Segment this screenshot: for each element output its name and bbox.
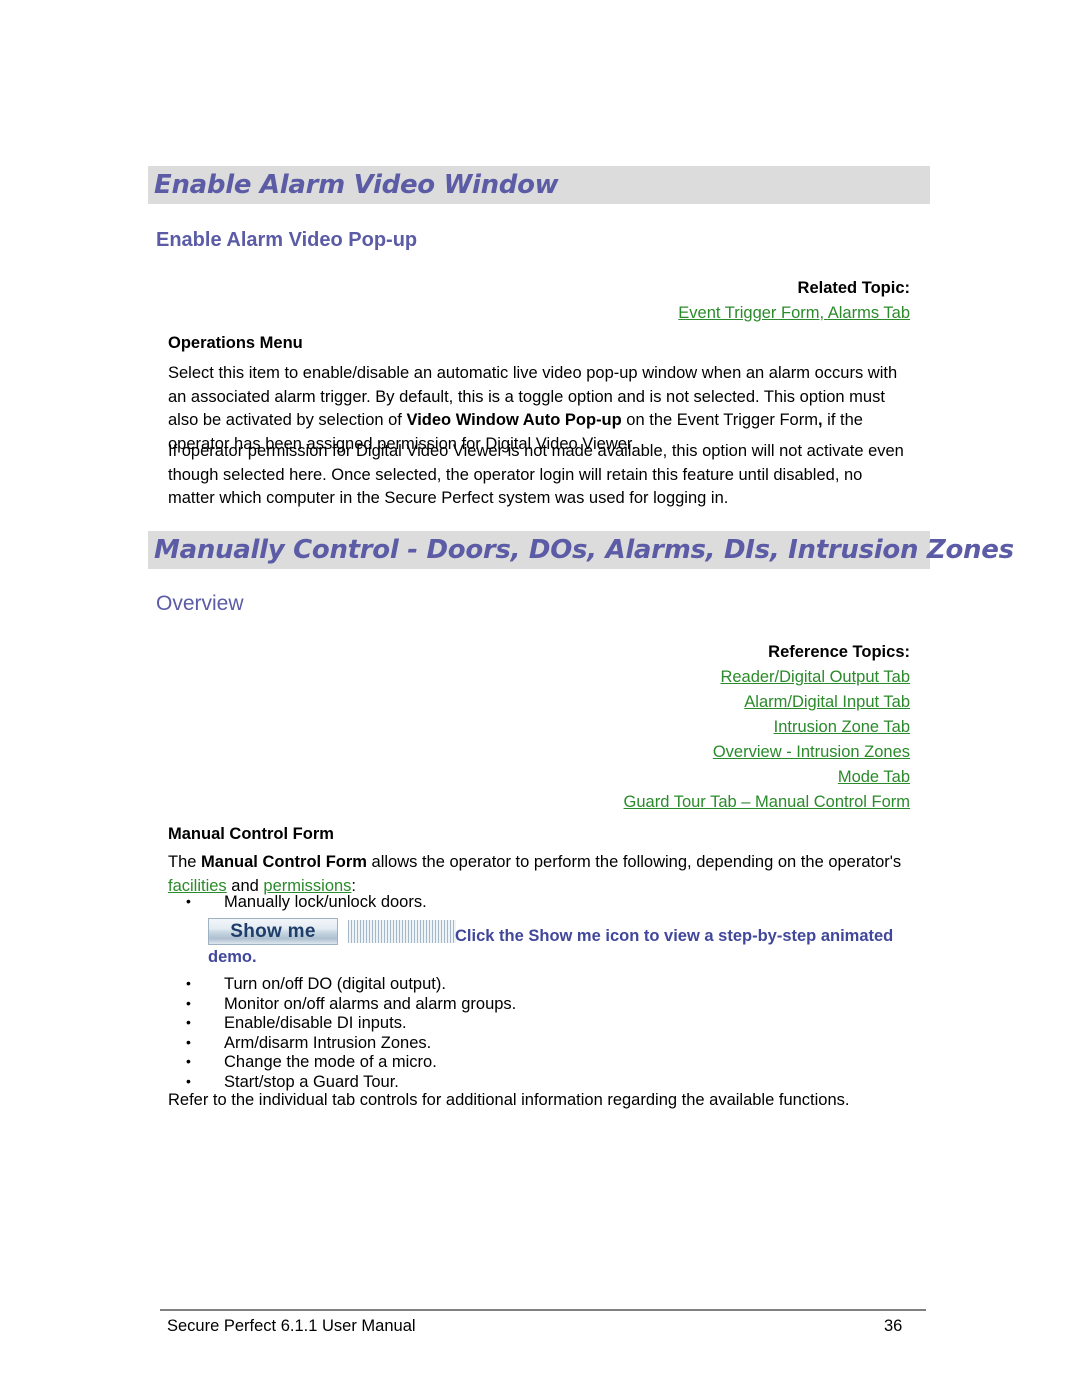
reference-link-alarm-digital-input-tab[interactable]: Alarm/Digital Input Tab [624, 690, 910, 715]
list-item: Manually lock/unlock doors. [186, 892, 427, 913]
manual-control-bullets-first: Manually lock/unlock doors. [186, 892, 427, 913]
related-topic-title-1: Related Topic: [797, 279, 910, 297]
show-me-button[interactable]: Show me [208, 918, 338, 945]
reference-link-mode-tab[interactable]: Mode Tab [624, 765, 910, 790]
show-me-stripes-icon [348, 920, 456, 943]
section-heading-band-1: Enable Alarm Video Window [148, 166, 930, 204]
show-me-caption-line-2: demo. [208, 948, 257, 966]
show-me-graphic[interactable]: Show me [208, 918, 456, 945]
mcf-link-facilities[interactable]: facilities [168, 877, 227, 895]
mcf-bold-manual-control-form: Manual Control Form [201, 853, 367, 871]
footer-page-number: 36 [884, 1317, 903, 1335]
operations-menu-label: Operations Menu [168, 334, 303, 352]
list-item: Change the mode of a micro. [186, 1052, 516, 1073]
section-subheading-1: Enable Alarm Video Pop-up [156, 229, 418, 251]
section-heading-1: Enable Alarm Video Window [154, 170, 559, 200]
related-topic-block-1: Related Topic: Event Trigger Form, Alarm… [678, 276, 910, 326]
mcf-text-c: and [226, 876, 264, 895]
section-heading-2: Manually Control - Doors, DOs, Alarms, D… [154, 535, 1014, 565]
manual-control-closing-paragraph: Refer to the individual tab controls for… [168, 1091, 850, 1109]
reference-topics-title: Reference Topics: [768, 643, 910, 661]
reference-link-reader-digital-output-tab[interactable]: Reader/Digital Output Tab [624, 665, 910, 690]
reference-link-overview-intrusion-zones[interactable]: Overview - Intrusion Zones [624, 740, 910, 765]
manual-control-bullets-rest: Turn on/off DO (digital output). Monitor… [186, 974, 516, 1092]
manual-control-form-paragraph: The Manual Control Form allows the opera… [168, 851, 908, 898]
section-subheading-2: Overview [156, 592, 244, 615]
section-heading-band-2: Manually Control - Doors, DOs, Alarms, D… [148, 531, 1014, 569]
reference-link-intrusion-zone-tab[interactable]: Intrusion Zone Tab [624, 715, 910, 740]
list-item: Enable/disable DI inputs. [186, 1013, 516, 1034]
manual-control-form-label: Manual Control Form [168, 825, 334, 843]
show-me-caption-line-1: Click the Show me icon to view a step-by… [455, 927, 894, 945]
operations-menu-paragraph-2: If operator permission for Digital Video… [168, 442, 904, 507]
reference-link-guard-tour-tab[interactable]: Guard Tour Tab – Manual Control Form [624, 790, 910, 815]
footer-divider [160, 1309, 926, 1311]
show-me-button-label: Show me [230, 920, 316, 942]
mcf-link-permissions[interactable]: permissions [263, 877, 351, 895]
paragraph-1-text-b: on the Event Trigger Form [621, 411, 818, 429]
list-item: Arm/disarm Intrusion Zones. [186, 1033, 516, 1054]
list-item: Turn on/off DO (digital output). [186, 974, 516, 995]
mcf-text-a: The [168, 853, 202, 871]
manual-page: Enable Alarm Video Window Enable Alarm V… [0, 0, 1080, 1397]
footer-manual-title: Secure Perfect 6.1.1 User Manual [167, 1317, 416, 1335]
mcf-text-d: : [351, 876, 357, 895]
mcf-text-b: allows the operator to perform the follo… [366, 853, 902, 871]
related-topic-link-event-trigger-form[interactable]: Event Trigger Form, Alarms Tab [678, 301, 910, 326]
paragraph-1-bold-video-window: Video Window Auto Pop-up [406, 411, 622, 429]
list-item: Monitor on/off alarms and alarm groups. [186, 994, 516, 1015]
reference-topics-block: Reference Topics: Reader/Digital Output … [624, 640, 910, 815]
